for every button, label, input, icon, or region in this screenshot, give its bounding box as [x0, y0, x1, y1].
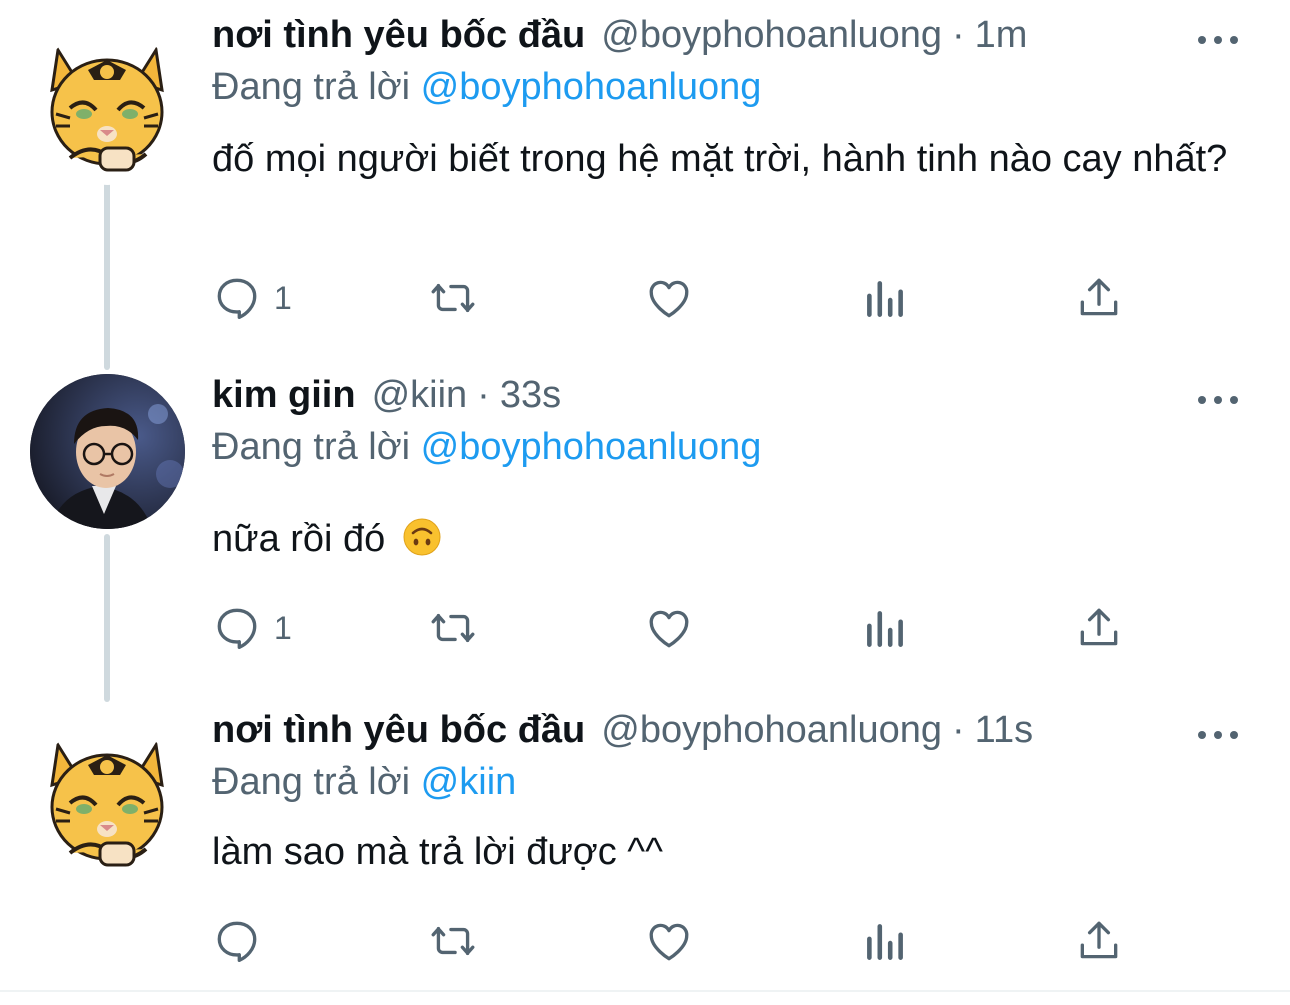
separator: · — [952, 709, 965, 751]
tweet[interactable]: nơi tình yêu bốc đầu @boyphohoanluong · … — [0, 695, 1290, 995]
tiger-cat-avatar-icon — [30, 725, 184, 879]
heart-icon — [649, 923, 689, 961]
upside-down-face-emoji-icon — [403, 518, 441, 556]
replying-to: Đang trả lời @boyphohoanluong — [212, 426, 761, 469]
heart-icon — [649, 610, 689, 648]
share-icon — [1080, 278, 1118, 316]
analytics-button[interactable] — [860, 270, 910, 326]
analytics-button[interactable] — [860, 913, 910, 969]
reply-count: 1 — [274, 609, 292, 646]
tweet-text: đố mọi người biết trong hệ mặt trời, hàn… — [212, 138, 1228, 180]
reply-count: 1 — [274, 279, 292, 316]
comment-icon — [217, 921, 257, 963]
timestamp[interactable]: 11s — [975, 709, 1033, 752]
more-options-icon[interactable] — [1198, 34, 1238, 46]
retweet-button[interactable] — [428, 600, 478, 656]
reply-button[interactable] — [212, 913, 274, 969]
share-button[interactable] — [1074, 913, 1124, 969]
analytics-icon — [867, 611, 903, 647]
comment-icon — [217, 278, 257, 320]
action-bar — [212, 913, 1162, 969]
analytics-button[interactable] — [860, 600, 910, 656]
share-icon — [1080, 608, 1118, 646]
tweet-header: kim giin @kiin · 33s — [212, 374, 561, 424]
analytics-icon — [867, 281, 903, 317]
separator: · — [477, 374, 490, 416]
tiger-cat-avatar-icon — [30, 30, 184, 184]
retweet-button[interactable] — [428, 913, 478, 969]
display-name[interactable]: nơi tình yêu bốc đầu — [212, 709, 585, 752]
timestamp[interactable]: 33s — [500, 374, 561, 417]
action-bar: 1 — [212, 270, 1162, 326]
share-icon — [1080, 921, 1118, 959]
tweet[interactable]: nơi tình yêu bốc đầu @boyphohoanluong · … — [0, 0, 1290, 345]
comment-icon — [217, 608, 257, 650]
reply-thread: nơi tình yêu bốc đầu @boyphohoanluong · … — [0, 0, 1290, 1005]
like-button[interactable] — [644, 913, 694, 969]
share-button[interactable] — [1074, 600, 1124, 656]
retweet-icon — [431, 613, 475, 643]
replying-to-label: Đang trả lời — [212, 426, 411, 468]
replying-to: Đang trả lời @boyphohoanluong — [212, 66, 761, 109]
separator: · — [952, 14, 965, 56]
user-handle[interactable]: @kiin — [372, 374, 468, 417]
display-name[interactable]: kim giin — [212, 374, 356, 417]
mention-link[interactable]: @boyphohoanluong — [421, 66, 762, 108]
retweet-button[interactable] — [428, 270, 478, 326]
tweet-body: nữa rồi đó — [212, 512, 1242, 566]
avatar[interactable] — [30, 374, 185, 529]
mention-link[interactable]: @kiin — [421, 761, 517, 803]
divider — [0, 990, 1290, 992]
action-bar: 1 — [212, 600, 1162, 656]
display-name[interactable]: nơi tình yêu bốc đầu — [212, 14, 585, 57]
replying-to: Đang trả lời @kiin — [212, 761, 516, 804]
user-handle[interactable]: @boyphohoanluong — [601, 14, 942, 57]
avatar[interactable] — [30, 725, 185, 880]
reply-button[interactable]: 1 — [212, 270, 292, 326]
retweet-icon — [431, 926, 475, 956]
reply-button[interactable]: 1 — [212, 600, 292, 656]
heart-icon — [649, 280, 689, 318]
tweet[interactable]: kim giin @kiin · 33s Đang trả lời @boyph… — [0, 360, 1290, 690]
replying-to-label: Đang trả lời — [212, 761, 411, 803]
avatar[interactable] — [30, 30, 185, 185]
tweet-header: nơi tình yêu bốc đầu @boyphohoanluong · … — [212, 14, 1027, 64]
tweet-text: làm sao mà trả lời được ^^ — [212, 831, 663, 873]
retweet-icon — [431, 283, 475, 313]
person-photo-avatar-icon — [30, 374, 185, 529]
replying-to-label: Đang trả lời — [212, 66, 411, 108]
mention-link[interactable]: @boyphohoanluong — [421, 426, 762, 468]
analytics-icon — [867, 924, 903, 960]
share-button[interactable] — [1074, 270, 1124, 326]
timestamp[interactable]: 1m — [975, 14, 1028, 57]
tweet-text: nữa rồi đó — [212, 518, 386, 560]
user-handle[interactable]: @boyphohoanluong — [601, 709, 942, 752]
like-button[interactable] — [644, 600, 694, 656]
more-options-icon[interactable] — [1198, 729, 1238, 741]
more-options-icon[interactable] — [1198, 394, 1238, 406]
like-button[interactable] — [644, 270, 694, 326]
tweet-header: nơi tình yêu bốc đầu @boyphohoanluong · … — [212, 709, 1033, 759]
